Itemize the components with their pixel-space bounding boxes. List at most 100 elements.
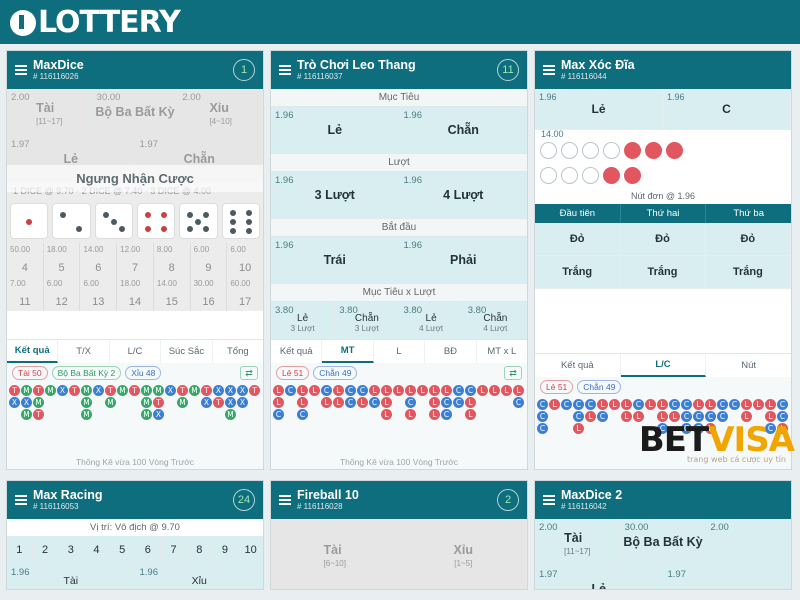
bet-cell-color[interactable]: Trắng: [620, 256, 706, 288]
bet-cell-color[interactable]: Đỏ: [535, 223, 621, 255]
tab-k-t-qu-[interactable]: Kết quả: [535, 354, 621, 377]
racing-number[interactable]: 8: [186, 536, 213, 564]
menu-bars-icon[interactable]: [279, 494, 291, 506]
tab-t-ng[interactable]: Tổng: [213, 340, 263, 363]
bet-cell-tai[interactable]: Tài [6~10]: [271, 519, 400, 589]
total-number-cell[interactable]: 30.00 16: [191, 277, 228, 311]
die-4[interactable]: [136, 203, 176, 239]
tab-n-t[interactable]: Nút: [706, 354, 791, 377]
die-5[interactable]: [179, 203, 218, 239]
tab-mt-x-l[interactable]: MT x L: [477, 340, 527, 363]
coin-white-5[interactable]: [540, 167, 557, 184]
swap-icon[interactable]: ⇄: [240, 366, 258, 380]
order-button[interactable]: Thứ hai: [621, 204, 707, 223]
coin-row-2[interactable]: [535, 138, 791, 163]
game-card-fireball[interactable]: Fireball 10 # 116116028 2 Tài [6~10] Xỉu[…: [270, 480, 528, 590]
bet-cell-xiu[interactable]: 2.00 Xỉu [4~10]: [178, 89, 263, 135]
bet-cell-color[interactable]: Trắng: [535, 256, 621, 288]
bet-cell-3luot[interactable]: 1.96 3 Lượt: [271, 172, 400, 218]
bet-cell-tai[interactable]: 1.96 Tài: [7, 564, 136, 589]
racing-number[interactable]: 6: [135, 536, 162, 564]
swap-icon[interactable]: ⇄: [504, 366, 522, 380]
site-logo[interactable]: LOTTERY: [10, 5, 181, 40]
coin-white-3[interactable]: [582, 142, 599, 159]
bet-cell-le[interactable]: 1.97 Lẻ: [535, 566, 664, 589]
total-number-cell[interactable]: 14.00 15: [154, 277, 191, 311]
die-2[interactable]: [52, 203, 91, 239]
game-card-xocdia[interactable]: Max Xóc Đĩa # 116116044 1.96 Lẻ 1.96 C 1…: [534, 50, 792, 470]
coin-white-7[interactable]: [582, 167, 599, 184]
order-button[interactable]: Thứ ba: [706, 204, 791, 223]
menu-bars-icon[interactable]: [15, 64, 27, 76]
tab-l-c[interactable]: L/C: [110, 340, 162, 363]
total-number-cell[interactable]: 60.00 17: [227, 277, 263, 311]
coin-red-4[interactable]: [603, 167, 620, 184]
tab-t-x[interactable]: T/X: [58, 340, 110, 363]
total-number-cell[interactable]: 6.00 12: [44, 277, 81, 311]
die-1[interactable]: [10, 203, 49, 239]
coin-white-4[interactable]: [603, 142, 620, 159]
coin-red-3[interactable]: [666, 142, 683, 159]
bet-cell-bobabatky[interactable]: 30.00 Bộ Ba Bất Kỳ: [92, 89, 179, 135]
coin-red-1[interactable]: [624, 142, 641, 159]
bet-cell-bobabatky[interactable]: 30.00 Bộ Ba Bất Kỳ: [620, 519, 707, 565]
total-number-cell[interactable]: 12.00 7: [117, 243, 154, 277]
order-button[interactable]: Đầu tiên: [535, 204, 621, 223]
bet-cell-color[interactable]: Đỏ: [705, 223, 791, 255]
menu-bars-icon[interactable]: [279, 64, 291, 76]
bet-cell-chan[interactable]: 1.97: [663, 566, 791, 589]
die-3[interactable]: [94, 203, 133, 239]
bet-cell-chan[interactable]: 1.96 Chẵn: [399, 107, 527, 153]
bet-cell-tai[interactable]: 2.00 Tài [11~17]: [535, 519, 621, 565]
bet-cell-xiu[interactable]: Xỉu [1~5]: [399, 519, 527, 589]
tab-s-c-s-c[interactable]: Súc Sắc: [161, 340, 213, 363]
total-number-cell[interactable]: 50.00 4: [7, 243, 44, 277]
total-number-cell[interactable]: 8.00 8: [154, 243, 191, 277]
tab-b-[interactable]: BĐ: [425, 340, 477, 363]
total-number-cell[interactable]: 6.00 9: [191, 243, 228, 277]
coin-red-2[interactable]: [645, 142, 662, 159]
menu-bars-icon[interactable]: [543, 494, 555, 506]
racing-number[interactable]: 5: [109, 536, 136, 564]
bet-cell-color[interactable]: Đỏ: [620, 223, 706, 255]
racing-number[interactable]: 10: [238, 536, 263, 564]
menu-bars-icon[interactable]: [543, 64, 555, 76]
racing-number[interactable]: 3: [58, 536, 85, 564]
die-6[interactable]: [221, 203, 260, 239]
total-number-cell[interactable]: 6.00 13: [80, 277, 118, 311]
bet-cell-combo[interactable]: 3.80 Chẵn 4 Lượt: [463, 302, 527, 339]
total-number-cell[interactable]: 18.00 5: [44, 243, 81, 277]
coin-row-3[interactable]: [535, 163, 791, 188]
racing-number[interactable]: 7: [161, 536, 187, 564]
bet-cell-le[interactable]: 1.96 Lẻ: [271, 107, 400, 153]
total-number-cell[interactable]: 14.00 6: [80, 243, 118, 277]
bet-cell-combo[interactable]: 3.80 Lẻ 4 Lượt: [399, 302, 464, 339]
menu-bars-icon[interactable]: [15, 494, 27, 506]
coin-red-5[interactable]: [624, 167, 641, 184]
tab-l-c[interactable]: L/C: [620, 354, 707, 377]
bet-cell-4luot[interactable]: 1.96 4 Lượt: [399, 172, 527, 218]
racing-number[interactable]: 1: [7, 536, 33, 564]
game-card-racing[interactable]: Max Racing # 116116053 24 Vị trí: Vô địc…: [6, 480, 264, 590]
total-number-cell[interactable]: 6.00 10: [227, 243, 263, 277]
coin-white-1[interactable]: [540, 142, 557, 159]
game-card-maxdice[interactable]: MaxDice # 116116026 1 2.00 Tài [11~17] 30…: [6, 50, 264, 470]
coin-white-2[interactable]: [561, 142, 578, 159]
racing-number[interactable]: 2: [32, 536, 59, 564]
total-number-cell[interactable]: 7.00 11: [7, 277, 44, 311]
tab-l[interactable]: L: [374, 340, 426, 363]
bet-cell-tai[interactable]: 2.00 Tài [11~17]: [7, 89, 93, 135]
bet-cell-xiu[interactable]: 1.96 Xỉu: [135, 564, 263, 589]
coin-white-6[interactable]: [561, 167, 578, 184]
game-card-leothang[interactable]: Trò Chơi Leo Thang # 116116037 11 Mục Ti…: [270, 50, 528, 470]
bet-cell-combo[interactable]: 3.80 Lẻ 3 Lượt: [271, 302, 336, 339]
game-card-maxdice2[interactable]: MaxDice 2 # 116116042 2.00 Tài [11~17] 30…: [534, 480, 792, 590]
tab-k-t-qu-[interactable]: Kết quả: [271, 340, 323, 363]
racing-number[interactable]: 9: [212, 536, 239, 564]
racing-number[interactable]: 4: [84, 536, 110, 564]
total-number-cell[interactable]: 18.00 14: [117, 277, 154, 311]
bet-cell-combo[interactable]: 3.80 Chẵn 3 Lượt: [335, 302, 400, 339]
tab-mt[interactable]: MT: [322, 340, 374, 363]
bet-cell-le[interactable]: 1.96 Lẻ: [535, 89, 663, 129]
bet-cell-trai[interactable]: 1.96 Trái: [271, 237, 400, 283]
